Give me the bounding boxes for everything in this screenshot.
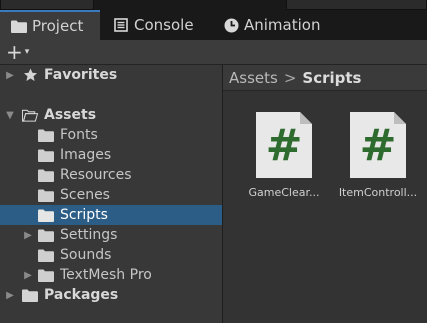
collapsed-arrow-icon[interactable]: ▶ <box>4 70 16 81</box>
breadcrumb-separator: > <box>283 68 297 87</box>
expanded-arrow-icon[interactable]: ▼ <box>4 110 16 121</box>
tree-item-assets[interactable]: ▼ Assets <box>0 105 222 125</box>
collapsed-arrow-icon[interactable]: ▶ <box>22 270 34 281</box>
breadcrumb: Assets > Scripts <box>223 65 427 91</box>
tree-label-resources: Resources <box>60 167 132 183</box>
tree-item-resources[interactable]: Resources <box>0 165 222 185</box>
tree-item-fonts[interactable]: Fonts <box>0 125 222 145</box>
tree-item-scripts[interactable]: Scripts <box>0 205 222 225</box>
tree-item-scenes[interactable]: Scenes <box>0 185 222 205</box>
folder-icon <box>38 168 54 182</box>
tree-label-settings: Settings <box>60 227 118 243</box>
project-tree-panel: ▶ Favorites ▼ Assets Fonts Images Resour… <box>0 65 222 323</box>
tab-console[interactable]: Console <box>112 10 212 40</box>
tab-project[interactable]: Project <box>0 10 100 40</box>
tab-animation-label: Animation <box>244 16 321 34</box>
tree-item-textmeshpro[interactable]: ▶ TextMesh Pro <box>0 265 222 285</box>
folder-icon <box>38 148 54 162</box>
tree-item-sounds[interactable]: Sounds <box>0 245 222 265</box>
script-hash-glyph: # <box>265 120 303 171</box>
clock-icon <box>222 17 240 33</box>
breadcrumb-scripts[interactable]: Scripts <box>302 69 361 87</box>
folder-icon <box>22 288 38 302</box>
top-strip <box>0 0 427 10</box>
tree-label-fonts: Fonts <box>60 127 98 143</box>
tree-label-assets: Assets <box>44 107 97 123</box>
collapsed-arrow-icon[interactable]: ▶ <box>22 230 34 241</box>
project-toolbar: + ▾ <box>0 40 427 65</box>
star-icon <box>22 68 38 82</box>
tab-project-label: Project <box>32 17 84 35</box>
collapsed-arrow-icon[interactable]: ▶ <box>4 290 16 301</box>
script-hash-glyph: # <box>359 120 397 171</box>
asset-name-itemcontroller: ItemControll... <box>338 186 418 199</box>
tree-label-packages: Packages <box>44 287 119 303</box>
top-strip-panel-left <box>0 0 94 10</box>
tree-item-images[interactable]: Images <box>0 145 222 165</box>
chevron-down-icon: ▾ <box>24 47 30 57</box>
add-asset-button[interactable]: + ▾ <box>6 42 40 62</box>
folder-icon <box>38 208 54 222</box>
folder-icon <box>38 268 54 282</box>
tree-item-favorites[interactable]: ▶ Favorites <box>0 65 222 85</box>
csharp-script-icon: # <box>254 110 314 180</box>
folder-icon <box>38 248 54 262</box>
console-icon <box>112 17 130 33</box>
tab-bar: Project Console Animation <box>0 10 427 40</box>
tree-label-scripts: Scripts <box>60 207 108 223</box>
folder-icon <box>38 228 54 242</box>
asset-name-gameclear: GameClear... <box>248 186 320 199</box>
folder-icon <box>38 128 54 142</box>
top-strip-panel-right <box>286 0 427 10</box>
folder-icon <box>10 18 28 34</box>
tree-label-scenes: Scenes <box>60 187 110 203</box>
breadcrumb-assets[interactable]: Assets <box>229 69 278 87</box>
csharp-script-icon: # <box>348 110 408 180</box>
tree-item-packages[interactable]: ▶ Packages <box>0 285 222 305</box>
tree-item-settings[interactable]: ▶ Settings <box>0 225 222 245</box>
open-folder-icon <box>22 108 38 122</box>
tab-animation[interactable]: Animation <box>222 10 332 40</box>
folder-icon <box>38 188 54 202</box>
tree-label-favorites: Favorites <box>44 67 118 83</box>
tree-label-textmeshpro: TextMesh Pro <box>60 267 152 283</box>
tree-label-sounds: Sounds <box>60 247 112 263</box>
tab-console-label: Console <box>134 16 194 34</box>
tree-label-images: Images <box>60 147 112 163</box>
plus-icon: + <box>6 40 23 64</box>
